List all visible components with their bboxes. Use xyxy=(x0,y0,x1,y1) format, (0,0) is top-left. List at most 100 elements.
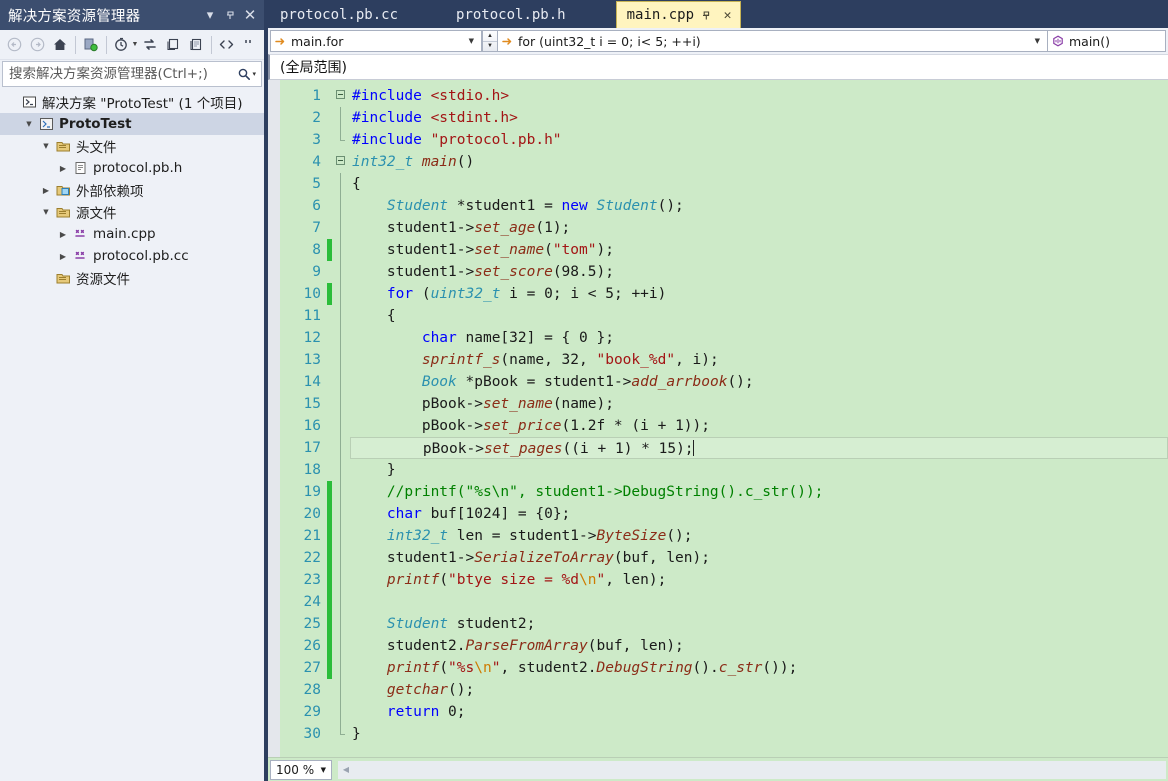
home-icon[interactable] xyxy=(49,33,71,57)
code-line[interactable]: int32_t main() xyxy=(350,151,1168,173)
code-token: -> xyxy=(466,441,484,457)
code-line[interactable]: #include <stdio.h> xyxy=(350,85,1168,107)
collapse-box-icon[interactable] xyxy=(336,156,345,165)
code-line[interactable]: } xyxy=(350,459,1168,481)
expander-expanded-icon[interactable]: ▼ xyxy=(21,116,37,132)
tree-item-protocol.pb.cc[interactable]: ▶ protocol.pb.cc xyxy=(0,245,264,267)
code-line[interactable]: { xyxy=(350,173,1168,195)
code-line[interactable]: } xyxy=(350,723,1168,745)
refresh-icon[interactable] xyxy=(139,33,161,57)
tree-item--[interactable]: ▼ 头文件 xyxy=(0,135,264,157)
search-icon[interactable] xyxy=(236,67,252,81)
code-line[interactable]: getchar(); xyxy=(350,679,1168,701)
code-line[interactable]: Student *student1 = new Student(); xyxy=(350,195,1168,217)
close-icon[interactable]: ✕ xyxy=(240,4,260,26)
code-line[interactable]: Book *pBook = student1->add_arrbook(); xyxy=(350,371,1168,393)
spinner-up-icon[interactable]: ▲ xyxy=(483,31,497,42)
outline-marker[interactable] xyxy=(334,151,350,173)
code-line[interactable]: Student student2; xyxy=(350,613,1168,635)
spinner-down-icon[interactable]: ▼ xyxy=(483,42,497,52)
code-line[interactable]: student1->SerializeToArray(buf, len); xyxy=(350,547,1168,569)
tree-item-label: 解决方案 "ProtoTest" (1 个项目) xyxy=(42,96,243,112)
code-text[interactable]: #include <stdio.h> #include <stdint.h> #in… xyxy=(350,80,1168,757)
collapse-box-icon[interactable] xyxy=(336,90,345,99)
code-line[interactable]: student1->set_age(1); xyxy=(350,217,1168,239)
navbar-statement-dropdown[interactable]: for (uint32_t i = 0; i< 5; ++i) ▼ xyxy=(498,30,1048,52)
tree-item-protocol.pb.h[interactable]: ▶ protocol.pb.h xyxy=(0,157,264,179)
code-line[interactable]: return 0; xyxy=(350,701,1168,723)
code-token: name xyxy=(509,352,545,368)
code-line[interactable]: printf("btye size = %d\n", len); xyxy=(350,569,1168,591)
dropdown-icon[interactable]: ▾ xyxy=(200,4,220,26)
code-line[interactable]: pBook->set_pages((i + 1) * 15); xyxy=(350,437,1168,459)
back-icon[interactable] xyxy=(4,33,26,57)
overflow-icon[interactable] xyxy=(238,33,260,57)
outlining-margin[interactable] xyxy=(334,80,350,757)
tree-item--[interactable]: ▶ 外部依赖项 xyxy=(0,179,264,201)
chevron-down-icon[interactable]: ▼ xyxy=(464,37,479,45)
code-line[interactable]: pBook->set_price(1.2f * (i + 1)); xyxy=(350,415,1168,437)
editor-tab-main-cpp[interactable]: main.cpp ✕ xyxy=(615,1,742,28)
code-line[interactable]: student1->set_score(98.5); xyxy=(350,261,1168,283)
code-line[interactable]: student2.ParseFromArray(buf, len); xyxy=(350,635,1168,657)
sync-with-active-document-icon[interactable] xyxy=(80,33,102,57)
pending-changes-icon[interactable] xyxy=(111,33,133,57)
zoom-level-dropdown[interactable]: 100 % ▼ xyxy=(270,759,332,780)
code-line[interactable]: sprintf_s(name, 32, "book_%d", i); xyxy=(350,349,1168,371)
navbar-scope-dropdown[interactable]: main.for ▼ xyxy=(270,30,482,52)
search-input[interactable] xyxy=(9,66,237,82)
forward-icon[interactable] xyxy=(27,33,49,57)
outline-marker[interactable] xyxy=(334,85,350,107)
navbar-spinner[interactable]: ▲ ▼ xyxy=(482,30,498,52)
code-token: 0 xyxy=(448,704,457,720)
code-line[interactable]: student1->set_name("tom"); xyxy=(350,239,1168,261)
navbar-member-dropdown[interactable]: main() xyxy=(1048,30,1166,52)
chevron-down-icon[interactable]: ▼ xyxy=(321,766,331,774)
editor-tab-protocol-pb-cc[interactable]: protocol.pb.cc xyxy=(270,2,409,28)
global-scope-bar[interactable]: (全局范围) xyxy=(268,54,1168,80)
horizontal-scrollbar[interactable]: ◀ xyxy=(338,760,1166,779)
scroll-left-icon[interactable]: ◀ xyxy=(338,765,354,774)
code-line[interactable]: pBook->set_name(name); xyxy=(350,393,1168,415)
code-line[interactable] xyxy=(350,591,1168,613)
code-line[interactable]: //printf("%s\n", student1->DebugString()… xyxy=(350,481,1168,503)
code-line[interactable]: printf("%s\n", student2.DebugString().c_… xyxy=(350,657,1168,679)
solution-explorer-search[interactable]: ▾ xyxy=(2,61,262,87)
expander-collapsed-icon[interactable]: ▶ xyxy=(38,182,54,198)
code-line[interactable]: #include <stdint.h> xyxy=(350,107,1168,129)
editor-tabstrip[interactable]: protocol.pb.cc protocol.pb.h main.cpp ✕ xyxy=(268,0,1168,28)
tree-item--[interactable]: 资源文件 xyxy=(0,267,264,289)
search-options-caret-icon[interactable]: ▾ xyxy=(252,70,259,78)
collapse-all-icon[interactable] xyxy=(162,33,184,57)
show-all-files-icon[interactable] xyxy=(185,33,207,57)
code-line[interactable]: for (uint32_t i = 0; i < 5; ++i) xyxy=(350,283,1168,305)
expander-collapsed-icon[interactable]: ▶ xyxy=(55,160,71,176)
expander-collapsed-icon[interactable]: ▶ xyxy=(55,248,71,264)
tree-item-main.cpp[interactable]: ▶ main.cpp xyxy=(0,223,264,245)
code-line[interactable]: char name[32] = { 0 }; xyxy=(350,327,1168,349)
expander-expanded-icon[interactable]: ▼ xyxy=(38,204,54,220)
solution-tree[interactable]: 解决方案 "ProtoTest" (1 个项目) ▼ ProtoTest ▼ 头文件 ▶ p… xyxy=(0,87,264,781)
expander-expanded-icon[interactable]: ▼ xyxy=(38,138,54,154)
tab-pin-icon[interactable] xyxy=(698,7,715,24)
editor-tab-protocol-pb-h[interactable]: protocol.pb.h xyxy=(446,2,576,28)
outline-vertical-line xyxy=(340,393,341,415)
code-line[interactable]: int32_t len = student1->ByteSize(); xyxy=(350,525,1168,547)
code-line[interactable]: char buf[1024] = {0}; xyxy=(350,503,1168,525)
indicator-margin[interactable] xyxy=(268,80,280,757)
code-line[interactable]: #include "protocol.pb.h" xyxy=(350,129,1168,151)
chevron-down-icon[interactable]: ▼ xyxy=(131,41,138,48)
pin-icon[interactable] xyxy=(220,4,240,26)
tree-item--[interactable]: ▼ 源文件 xyxy=(0,201,264,223)
code-editor[interactable]: 1 2 3 4 5 6 7 8 9 10 11 12 13 14 15 16 17 18 19 20 21 22 23 24 2… xyxy=(268,80,1168,757)
tree-item--prototest-1-[interactable]: 解决方案 "ProtoTest" (1 个项目) xyxy=(0,91,264,113)
code-view-icon[interactable] xyxy=(216,33,238,57)
tree-item-prototest[interactable]: ▼ ProtoTest xyxy=(0,113,264,135)
outline-vertical-line-end xyxy=(340,129,345,141)
chevron-down-icon[interactable]: ▼ xyxy=(1030,37,1045,45)
code-line[interactable]: { xyxy=(350,305,1168,327)
tab-close-icon[interactable]: ✕ xyxy=(719,7,736,24)
code-token: set_pages xyxy=(483,441,563,457)
expander-collapsed-icon[interactable]: ▶ xyxy=(55,226,71,242)
